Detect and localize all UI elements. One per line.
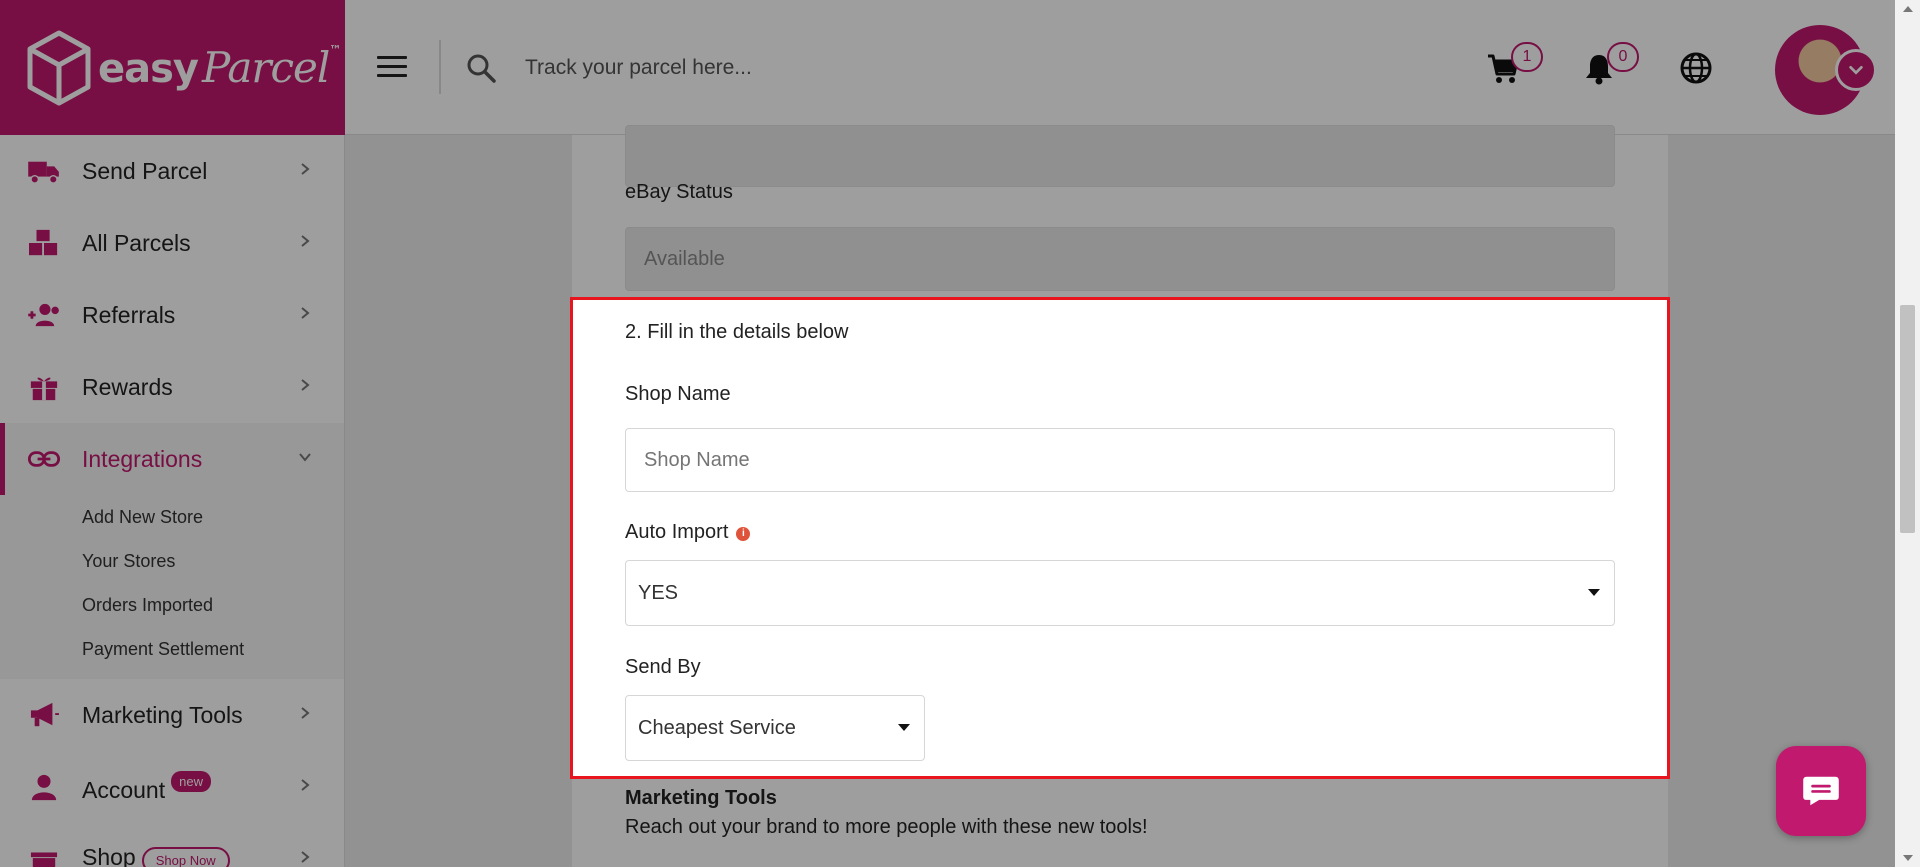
send-by-value: Cheapest Service xyxy=(638,716,796,739)
step-title: 2. Fill in the details below xyxy=(625,321,849,343)
scrollbar-thumb[interactable] xyxy=(1900,305,1915,533)
dropdown-caret-icon xyxy=(1588,589,1600,596)
scroll-down-icon[interactable] xyxy=(1903,855,1913,861)
auto-import-value: YES xyxy=(638,581,679,604)
auto-import-label: Auto Import i xyxy=(625,521,751,544)
dim-overlay-left xyxy=(0,297,570,779)
dim-overlay-bottom xyxy=(0,779,1895,867)
chat-icon xyxy=(1803,776,1839,806)
scrollbar[interactable] xyxy=(1895,0,1920,867)
send-by-select[interactable]: Cheapest Service xyxy=(625,695,925,761)
chat-button[interactable] xyxy=(1776,746,1866,836)
dim-overlay-top xyxy=(0,0,1895,297)
shop-name-input[interactable] xyxy=(625,428,1615,492)
auto-import-select[interactable]: YES xyxy=(625,560,1615,626)
scroll-up-icon[interactable] xyxy=(1903,6,1913,12)
dim-overlay-right xyxy=(1670,297,1895,779)
send-by-label: Send By xyxy=(625,656,701,678)
dropdown-caret-icon xyxy=(898,724,910,731)
info-icon[interactable]: i xyxy=(736,527,751,541)
shop-name-label: Shop Name xyxy=(625,383,731,405)
